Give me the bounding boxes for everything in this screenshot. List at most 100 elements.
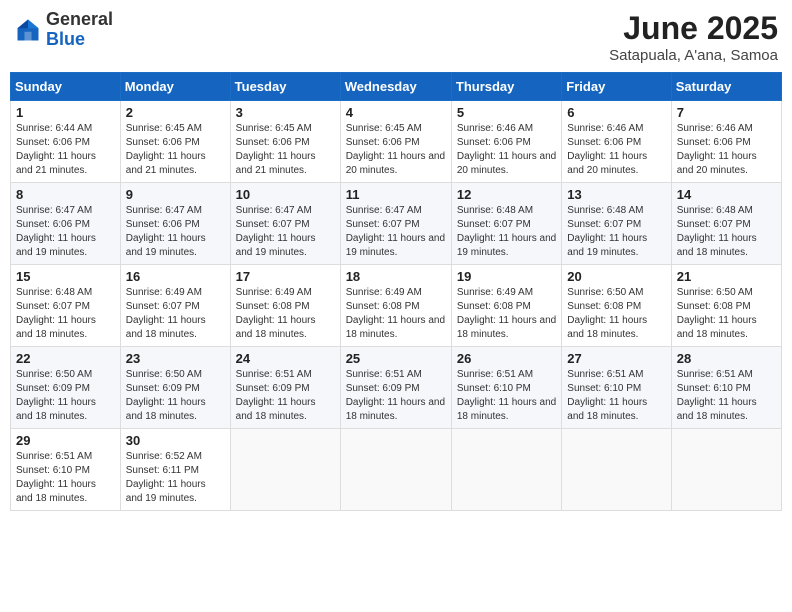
- day-cell: 11 Sunrise: 6:47 AM Sunset: 6:07 PM Dayl…: [340, 183, 451, 265]
- day-number: 19: [457, 269, 556, 284]
- day-number: 17: [236, 269, 335, 284]
- day-cell: 15 Sunrise: 6:48 AM Sunset: 6:07 PM Dayl…: [11, 265, 121, 347]
- day-info: Sunrise: 6:49 AM Sunset: 6:08 PM Dayligh…: [346, 286, 446, 342]
- day-cell: 2 Sunrise: 6:45 AM Sunset: 6:06 PM Dayli…: [120, 101, 230, 183]
- day-number: 14: [677, 187, 776, 202]
- day-info: Sunrise: 6:47 AM Sunset: 6:07 PM Dayligh…: [236, 204, 335, 260]
- day-info: Sunrise: 6:46 AM Sunset: 6:06 PM Dayligh…: [677, 122, 776, 178]
- day-cell: 30 Sunrise: 6:52 AM Sunset: 6:11 PM Dayl…: [120, 429, 230, 511]
- day-cell: 12 Sunrise: 6:48 AM Sunset: 6:07 PM Dayl…: [451, 183, 561, 265]
- day-cell: 19 Sunrise: 6:49 AM Sunset: 6:08 PM Dayl…: [451, 265, 561, 347]
- day-cell: 14 Sunrise: 6:48 AM Sunset: 6:07 PM Dayl…: [671, 183, 781, 265]
- day-info: Sunrise: 6:45 AM Sunset: 6:06 PM Dayligh…: [126, 122, 225, 178]
- day-number: 4: [346, 105, 446, 120]
- day-info: Sunrise: 6:51 AM Sunset: 6:10 PM Dayligh…: [16, 450, 115, 506]
- calendar-location: Satapuala, A'ana, Samoa: [609, 47, 778, 64]
- day-cell: [562, 429, 671, 511]
- day-number: 29: [16, 433, 115, 448]
- col-header-tuesday: Tuesday: [230, 73, 340, 101]
- day-cell: 24 Sunrise: 6:51 AM Sunset: 6:09 PM Dayl…: [230, 347, 340, 429]
- day-number: 16: [126, 269, 225, 284]
- day-cell: [451, 429, 561, 511]
- week-row-2: 8 Sunrise: 6:47 AM Sunset: 6:06 PM Dayli…: [11, 183, 782, 265]
- logo: General Blue: [14, 10, 113, 50]
- day-info: Sunrise: 6:51 AM Sunset: 6:10 PM Dayligh…: [677, 368, 776, 424]
- day-cell: 3 Sunrise: 6:45 AM Sunset: 6:06 PM Dayli…: [230, 101, 340, 183]
- day-cell: 9 Sunrise: 6:47 AM Sunset: 6:06 PM Dayli…: [120, 183, 230, 265]
- day-cell: 17 Sunrise: 6:49 AM Sunset: 6:08 PM Dayl…: [230, 265, 340, 347]
- day-number: 9: [126, 187, 225, 202]
- day-info: Sunrise: 6:49 AM Sunset: 6:08 PM Dayligh…: [236, 286, 335, 342]
- day-number: 30: [126, 433, 225, 448]
- day-info: Sunrise: 6:48 AM Sunset: 6:07 PM Dayligh…: [457, 204, 556, 260]
- day-info: Sunrise: 6:45 AM Sunset: 6:06 PM Dayligh…: [236, 122, 335, 178]
- day-info: Sunrise: 6:50 AM Sunset: 6:08 PM Dayligh…: [567, 286, 665, 342]
- day-number: 10: [236, 187, 335, 202]
- calendar-title: June 2025: [609, 10, 778, 47]
- day-info: Sunrise: 6:45 AM Sunset: 6:06 PM Dayligh…: [346, 122, 446, 178]
- day-info: Sunrise: 6:51 AM Sunset: 6:09 PM Dayligh…: [346, 368, 446, 424]
- day-number: 8: [16, 187, 115, 202]
- day-number: 7: [677, 105, 776, 120]
- day-number: 24: [236, 351, 335, 366]
- day-number: 21: [677, 269, 776, 284]
- day-info: Sunrise: 6:46 AM Sunset: 6:06 PM Dayligh…: [457, 122, 556, 178]
- day-cell: 25 Sunrise: 6:51 AM Sunset: 6:09 PM Dayl…: [340, 347, 451, 429]
- calendar-header-row: SundayMondayTuesdayWednesdayThursdayFrid…: [11, 73, 782, 101]
- day-info: Sunrise: 6:51 AM Sunset: 6:10 PM Dayligh…: [567, 368, 665, 424]
- day-info: Sunrise: 6:51 AM Sunset: 6:10 PM Dayligh…: [457, 368, 556, 424]
- day-number: 27: [567, 351, 665, 366]
- day-number: 3: [236, 105, 335, 120]
- day-cell: 20 Sunrise: 6:50 AM Sunset: 6:08 PM Dayl…: [562, 265, 671, 347]
- day-cell: [230, 429, 340, 511]
- col-header-monday: Monday: [120, 73, 230, 101]
- day-info: Sunrise: 6:50 AM Sunset: 6:09 PM Dayligh…: [126, 368, 225, 424]
- day-number: 11: [346, 187, 446, 202]
- day-cell: 26 Sunrise: 6:51 AM Sunset: 6:10 PM Dayl…: [451, 347, 561, 429]
- day-info: Sunrise: 6:48 AM Sunset: 6:07 PM Dayligh…: [567, 204, 665, 260]
- day-info: Sunrise: 6:48 AM Sunset: 6:07 PM Dayligh…: [677, 204, 776, 260]
- logo-blue-text: Blue: [46, 29, 85, 49]
- day-info: Sunrise: 6:49 AM Sunset: 6:07 PM Dayligh…: [126, 286, 225, 342]
- day-cell: 21 Sunrise: 6:50 AM Sunset: 6:08 PM Dayl…: [671, 265, 781, 347]
- day-info: Sunrise: 6:47 AM Sunset: 6:06 PM Dayligh…: [126, 204, 225, 260]
- day-info: Sunrise: 6:50 AM Sunset: 6:09 PM Dayligh…: [16, 368, 115, 424]
- day-cell: 4 Sunrise: 6:45 AM Sunset: 6:06 PM Dayli…: [340, 101, 451, 183]
- day-cell: 6 Sunrise: 6:46 AM Sunset: 6:06 PM Dayli…: [562, 101, 671, 183]
- day-info: Sunrise: 6:50 AM Sunset: 6:08 PM Dayligh…: [677, 286, 776, 342]
- day-number: 25: [346, 351, 446, 366]
- day-cell: 16 Sunrise: 6:49 AM Sunset: 6:07 PM Dayl…: [120, 265, 230, 347]
- day-number: 2: [126, 105, 225, 120]
- col-header-sunday: Sunday: [11, 73, 121, 101]
- day-cell: 27 Sunrise: 6:51 AM Sunset: 6:10 PM Dayl…: [562, 347, 671, 429]
- day-number: 18: [346, 269, 446, 284]
- day-cell: 18 Sunrise: 6:49 AM Sunset: 6:08 PM Dayl…: [340, 265, 451, 347]
- logo-icon: [14, 16, 42, 44]
- page-header: General Blue June 2025 Satapuala, A'ana,…: [10, 10, 782, 64]
- day-info: Sunrise: 6:49 AM Sunset: 6:08 PM Dayligh…: [457, 286, 556, 342]
- col-header-friday: Friday: [562, 73, 671, 101]
- day-cell: [671, 429, 781, 511]
- day-cell: 8 Sunrise: 6:47 AM Sunset: 6:06 PM Dayli…: [11, 183, 121, 265]
- day-number: 12: [457, 187, 556, 202]
- day-number: 28: [677, 351, 776, 366]
- day-info: Sunrise: 6:47 AM Sunset: 6:06 PM Dayligh…: [16, 204, 115, 260]
- day-number: 1: [16, 105, 115, 120]
- day-number: 15: [16, 269, 115, 284]
- col-header-thursday: Thursday: [451, 73, 561, 101]
- day-cell: 7 Sunrise: 6:46 AM Sunset: 6:06 PM Dayli…: [671, 101, 781, 183]
- week-row-3: 15 Sunrise: 6:48 AM Sunset: 6:07 PM Dayl…: [11, 265, 782, 347]
- day-cell: 10 Sunrise: 6:47 AM Sunset: 6:07 PM Dayl…: [230, 183, 340, 265]
- day-number: 13: [567, 187, 665, 202]
- day-number: 20: [567, 269, 665, 284]
- day-cell: 29 Sunrise: 6:51 AM Sunset: 6:10 PM Dayl…: [11, 429, 121, 511]
- week-row-1: 1 Sunrise: 6:44 AM Sunset: 6:06 PM Dayli…: [11, 101, 782, 183]
- day-cell: [340, 429, 451, 511]
- day-info: Sunrise: 6:46 AM Sunset: 6:06 PM Dayligh…: [567, 122, 665, 178]
- day-number: 5: [457, 105, 556, 120]
- day-info: Sunrise: 6:51 AM Sunset: 6:09 PM Dayligh…: [236, 368, 335, 424]
- day-cell: 22 Sunrise: 6:50 AM Sunset: 6:09 PM Dayl…: [11, 347, 121, 429]
- day-info: Sunrise: 6:52 AM Sunset: 6:11 PM Dayligh…: [126, 450, 225, 506]
- col-header-wednesday: Wednesday: [340, 73, 451, 101]
- day-number: 6: [567, 105, 665, 120]
